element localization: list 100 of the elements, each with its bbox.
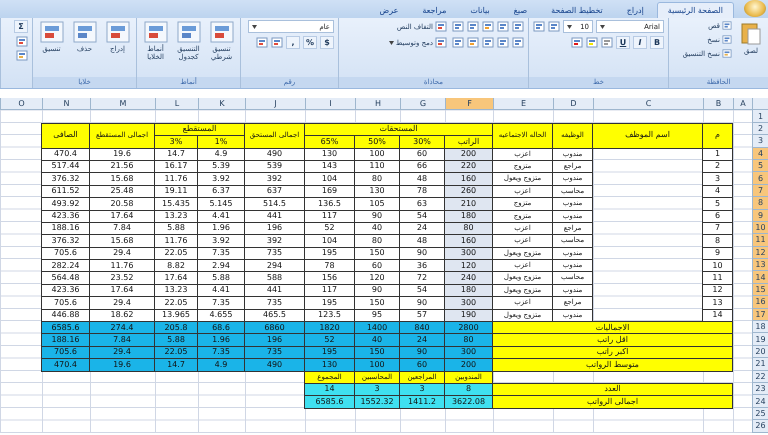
row-header[interactable]: 18 [752, 321, 768, 334]
row-header[interactable]: 23 [752, 382, 768, 396]
row-header[interactable]: 16 [752, 296, 768, 309]
table-cell: 15.435 [154, 197, 198, 211]
ribbon-tab[interactable]: الصفحة الرئيسية [656, 2, 734, 18]
table-cell: 1552.32 [354, 395, 400, 409]
column-header[interactable]: G [400, 98, 445, 110]
column-header[interactable]: D [553, 98, 593, 110]
ribbon-tab[interactable]: عرض [368, 2, 410, 18]
table-cell: 210 [444, 197, 493, 211]
table-cell: 72 [399, 271, 445, 285]
header-cell: الصافى [41, 122, 90, 149]
column-header[interactable]: B [703, 98, 733, 110]
table-cell: 514.5 [244, 197, 305, 211]
table-cell: 195 [304, 296, 355, 310]
number-format-button[interactable]: % [303, 36, 317, 49]
summary-label: الاجماليات [492, 321, 733, 334]
table-cell: 63 [399, 197, 445, 211]
row-header[interactable]: 15 [752, 284, 768, 296]
row-header[interactable]: 3 [752, 135, 768, 148]
header-cell: 30% [399, 135, 445, 149]
select-all-corner[interactable] [752, 98, 768, 110]
column-header[interactable]: N [42, 98, 90, 110]
table-cell: 300 [444, 296, 493, 310]
table-cell: 48 [399, 172, 445, 186]
table-cell: 80 [444, 333, 493, 347]
row-header[interactable]: 13 [752, 259, 768, 272]
ribbon-tab[interactable]: صيغ [502, 2, 538, 18]
row-header[interactable]: 6 [752, 172, 768, 185]
column-header[interactable]: I [305, 98, 355, 110]
table-cell: 104 [304, 234, 355, 248]
row-header[interactable]: 24 [752, 395, 768, 408]
row-header[interactable]: 12 [752, 246, 768, 260]
row-header[interactable]: 26 [752, 420, 768, 433]
table-cell: 470.4 [41, 358, 90, 372]
table-cell: 78 [304, 259, 355, 272]
table-cell: 5.88 [197, 271, 245, 285]
column-header[interactable]: O [0, 98, 42, 110]
table-cell: 441 [244, 210, 305, 223]
table-cell: 156 [304, 271, 355, 285]
number-format-button[interactable]: , [286, 36, 300, 49]
header-cell: المستحقات [304, 122, 493, 136]
row-header[interactable]: 2 [752, 122, 768, 136]
format-button[interactable]: I [633, 36, 647, 49]
ribbon-tab[interactable]: إدراج [616, 2, 655, 18]
row-header[interactable]: 1 [752, 110, 768, 123]
table-cell: 52 [304, 333, 355, 347]
row-header[interactable]: 9 [752, 210, 768, 222]
row-header[interactable]: 22 [752, 370, 768, 383]
table-cell: 15.68 [89, 172, 155, 186]
table-cell: 240 [444, 271, 493, 285]
column-header[interactable]: L [155, 98, 198, 110]
table-cell: 14.7 [154, 358, 198, 372]
table-cell: 200 [444, 358, 493, 372]
row-header[interactable]: 7 [752, 184, 768, 198]
table-cell: 392 [244, 234, 305, 248]
column-header[interactable]: K [198, 98, 245, 110]
column-header[interactable]: H [355, 98, 400, 110]
row-header[interactable]: 19 [752, 333, 768, 346]
table-cell: 200 [444, 148, 493, 161]
table-cell: 120 [354, 271, 400, 285]
ribbon-tab[interactable]: مراجعة [411, 2, 458, 18]
column-header[interactable]: E [493, 98, 553, 110]
number-format-button[interactable]: $ [320, 36, 334, 49]
office-button[interactable] [744, 0, 766, 17]
table-cell: 17.64 [154, 271, 198, 285]
header-cell: اسم الموظف [592, 122, 703, 149]
row-header[interactable]: 21 [752, 358, 768, 371]
format-button[interactable]: U [616, 36, 630, 49]
sum-button[interactable]: Σ [14, 20, 28, 33]
table-cell: 6 [702, 210, 733, 223]
row-header[interactable]: 8 [752, 197, 768, 210]
table-cell: 22.05 [154, 296, 198, 310]
column-header[interactable]: C [593, 98, 703, 110]
row-header[interactable]: 4 [752, 148, 768, 160]
table-cell: 120 [444, 259, 493, 272]
row-header[interactable]: 10 [752, 222, 768, 234]
ribbon-tab[interactable]: بيانات [459, 2, 501, 18]
row-header[interactable]: 20 [752, 346, 768, 358]
row-header[interactable]: 14 [752, 271, 768, 284]
table-cell: 19.6 [89, 148, 155, 161]
column-header[interactable]: F [445, 98, 493, 110]
table-cell: 4.9 [197, 358, 245, 372]
table-cell: 68.6 [197, 321, 245, 334]
format-button[interactable]: B [650, 36, 664, 49]
row-header[interactable]: 5 [752, 160, 768, 172]
column-header[interactable]: J [245, 98, 305, 110]
column-header[interactable]: M [90, 98, 155, 110]
clipboard-icon [741, 21, 761, 45]
table-cell: 5.88 [154, 333, 198, 347]
row-header[interactable]: 17 [752, 308, 768, 322]
row-header[interactable]: 25 [752, 408, 768, 420]
ribbon-tab[interactable]: تخطيط الصفحة [540, 2, 614, 18]
row-header[interactable]: 11 [752, 234, 768, 247]
table-cell: 130 [304, 358, 355, 372]
table-cell: 19.6 [89, 358, 155, 372]
column-header[interactable]: A [733, 98, 752, 110]
header-cell: 3% [154, 135, 198, 149]
table-cell: 6585.6 [41, 321, 90, 334]
table-cell: 376.32 [41, 234, 90, 248]
